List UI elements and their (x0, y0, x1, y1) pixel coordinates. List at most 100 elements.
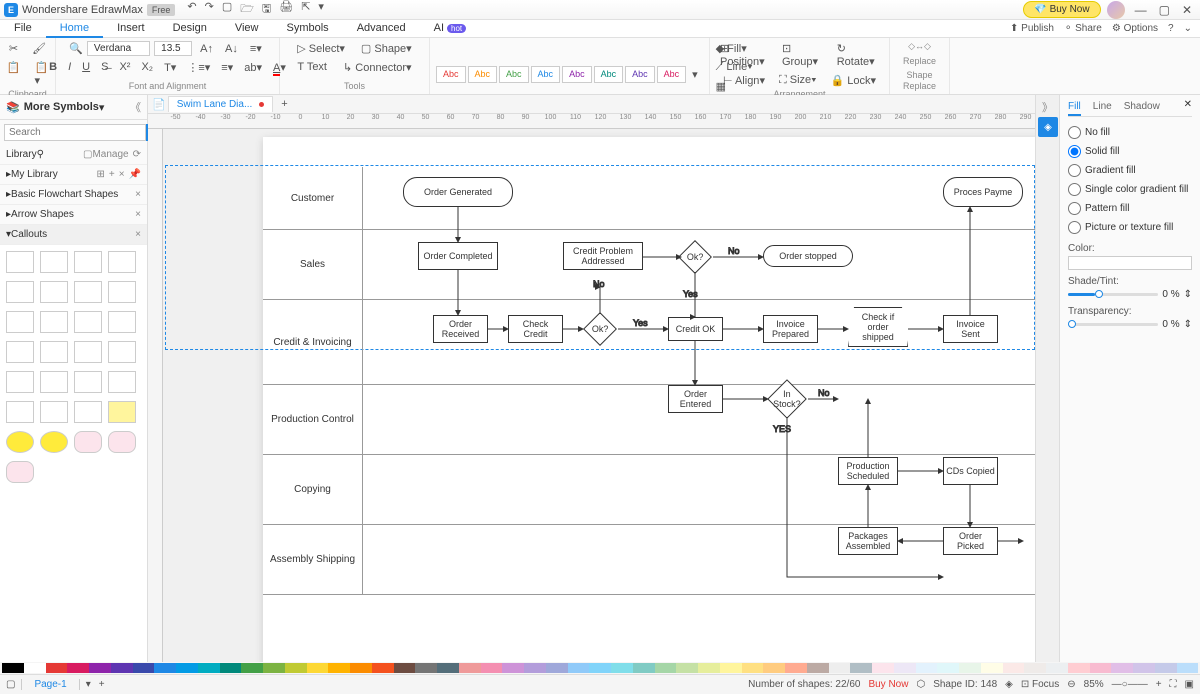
color-cell[interactable] (394, 663, 416, 673)
subscript-icon[interactable]: X₂ (137, 59, 157, 76)
mylib-new-icon[interactable]: + (109, 169, 115, 180)
color-cell[interactable] (1024, 663, 1046, 673)
lane-assembly[interactable]: Assembly Shipping (263, 525, 363, 594)
shape-item[interactable] (6, 461, 34, 483)
lane-production[interactable]: Production Control (263, 385, 363, 454)
color-cell[interactable] (241, 663, 263, 673)
rotate-button[interactable]: ↻ Rotate▾ (833, 40, 883, 70)
minimize-icon[interactable]: — (1131, 3, 1151, 17)
shape-item[interactable] (108, 401, 136, 423)
color-cell[interactable] (111, 663, 133, 673)
color-cell[interactable] (372, 663, 394, 673)
qat-more-icon[interactable]: ▾ (318, 0, 324, 19)
zoom-in-icon[interactable]: + (1156, 679, 1162, 690)
layers-icon[interactable]: ◈ (1005, 679, 1013, 690)
shape-item[interactable] (6, 281, 34, 303)
lane-customer[interactable]: Customer (263, 167, 363, 229)
radio-gradient-fill[interactable] (1068, 164, 1081, 177)
color-cell[interactable] (785, 663, 807, 673)
close-icon[interactable]: ✕ (1178, 3, 1196, 17)
publish-button[interactable]: ⬆ Publish (1010, 23, 1054, 34)
style-preset[interactable]: Abc (468, 66, 498, 83)
tab-file[interactable]: File (0, 20, 46, 38)
strike-button[interactable]: S̶ (97, 59, 112, 76)
numbering-icon[interactable]: ≡▾ (217, 59, 237, 76)
color-cell[interactable] (89, 663, 111, 673)
color-cell[interactable] (829, 663, 851, 673)
replace-shape-icon[interactable]: ◇↔◇ (908, 41, 931, 52)
cut-icon[interactable]: ✂ (5, 40, 22, 57)
search-font-icon[interactable]: 🔍 (69, 42, 83, 55)
shape-item[interactable] (108, 431, 136, 453)
style-preset[interactable]: Abc (657, 66, 687, 83)
shape-check-credit[interactable]: Check Credit (508, 315, 563, 343)
color-cell[interactable] (894, 663, 916, 673)
shape-item[interactable] (108, 281, 136, 303)
manage-link[interactable]: ▢Manage (83, 149, 129, 160)
trans-slider[interactable] (1068, 323, 1158, 326)
color-cell[interactable] (1111, 663, 1133, 673)
color-cell[interactable] (263, 663, 285, 673)
trans-stepper[interactable]: ⇕ (1184, 319, 1192, 330)
style-preset[interactable]: Abc (436, 66, 466, 83)
color-cell[interactable] (502, 663, 524, 673)
save-icon[interactable]: 🖫 (262, 0, 271, 19)
color-cell[interactable] (1090, 663, 1112, 673)
page[interactable]: Customer Sales Credit & Invoicing Produc… (263, 137, 1035, 662)
tab-design[interactable]: Design (159, 20, 221, 38)
shape-order-entered[interactable]: Order Entered (668, 385, 723, 413)
refresh-icon[interactable]: ⟳ (133, 149, 141, 160)
library-label[interactable]: Library (6, 149, 37, 160)
color-cell[interactable] (1155, 663, 1177, 673)
zoom-slider[interactable]: —○—— (1112, 679, 1148, 690)
font-size-select[interactable]: 13.5 (154, 41, 192, 56)
tab-symbols[interactable]: Symbols (273, 20, 343, 38)
color-cell[interactable] (546, 663, 568, 673)
style-preset[interactable]: Abc (499, 66, 529, 83)
color-cell[interactable] (742, 663, 764, 673)
buy-now-status[interactable]: Buy Now (868, 679, 908, 690)
shape-item[interactable] (6, 431, 34, 453)
focus-button[interactable]: ⊡ Focus (1021, 679, 1059, 690)
group-button[interactable]: ⊡ Group▾ (778, 40, 827, 70)
shape-item[interactable] (40, 251, 68, 273)
italic-button[interactable]: I (64, 59, 75, 76)
mylib-close-icon[interactable]: × (119, 169, 125, 180)
shape-process-payment[interactable]: Proces Payme (943, 177, 1023, 207)
shape-item[interactable] (40, 431, 68, 453)
shape-item[interactable] (74, 401, 102, 423)
color-cell[interactable] (176, 663, 198, 673)
bold-button[interactable]: B (45, 59, 61, 76)
shape-item[interactable] (40, 341, 68, 363)
new-doc-icon[interactable]: ▢ (222, 0, 232, 19)
color-cell[interactable] (46, 663, 68, 673)
page-dropdown-icon[interactable]: ▾ (86, 679, 91, 690)
cat-callouts[interactable]: ▾ Callouts× (0, 225, 147, 245)
color-cell[interactable] (916, 663, 938, 673)
highlight-icon[interactable]: ab▾ (240, 59, 266, 76)
color-cell[interactable] (1177, 663, 1199, 673)
tab-view[interactable]: View (221, 20, 273, 38)
color-cell[interactable] (720, 663, 742, 673)
fullscreen-icon[interactable]: ▣ (1185, 679, 1194, 690)
shape-item[interactable] (74, 251, 102, 273)
panel-close-icon[interactable]: ✕ (1184, 99, 1192, 116)
shape-item[interactable] (6, 341, 34, 363)
search-input[interactable] (4, 124, 146, 141)
color-cell[interactable] (220, 663, 242, 673)
add-page-icon[interactable]: + (99, 679, 105, 690)
select-tool[interactable]: ▷ Select▾ (293, 40, 349, 57)
maximize-icon[interactable]: ▢ (1155, 3, 1174, 17)
cat-flowchart[interactable]: ▸ Basic Flowchart Shapes× (0, 185, 147, 205)
color-cell[interactable] (937, 663, 959, 673)
options-button[interactable]: ⚙ Options (1112, 23, 1158, 34)
copy-icon[interactable]: 📋 (3, 59, 25, 89)
shape-order-generated[interactable]: Order Generated (403, 177, 513, 207)
panel-tab-shadow[interactable]: Shadow (1124, 99, 1160, 116)
radio-no-fill[interactable] (1068, 126, 1081, 139)
color-cell[interactable] (350, 663, 372, 673)
color-cell[interactable] (850, 663, 872, 673)
radio-pattern-fill[interactable] (1068, 202, 1081, 215)
shape-credit-problem[interactable]: Credit Problem Addressed (563, 242, 643, 270)
color-cell[interactable] (285, 663, 307, 673)
